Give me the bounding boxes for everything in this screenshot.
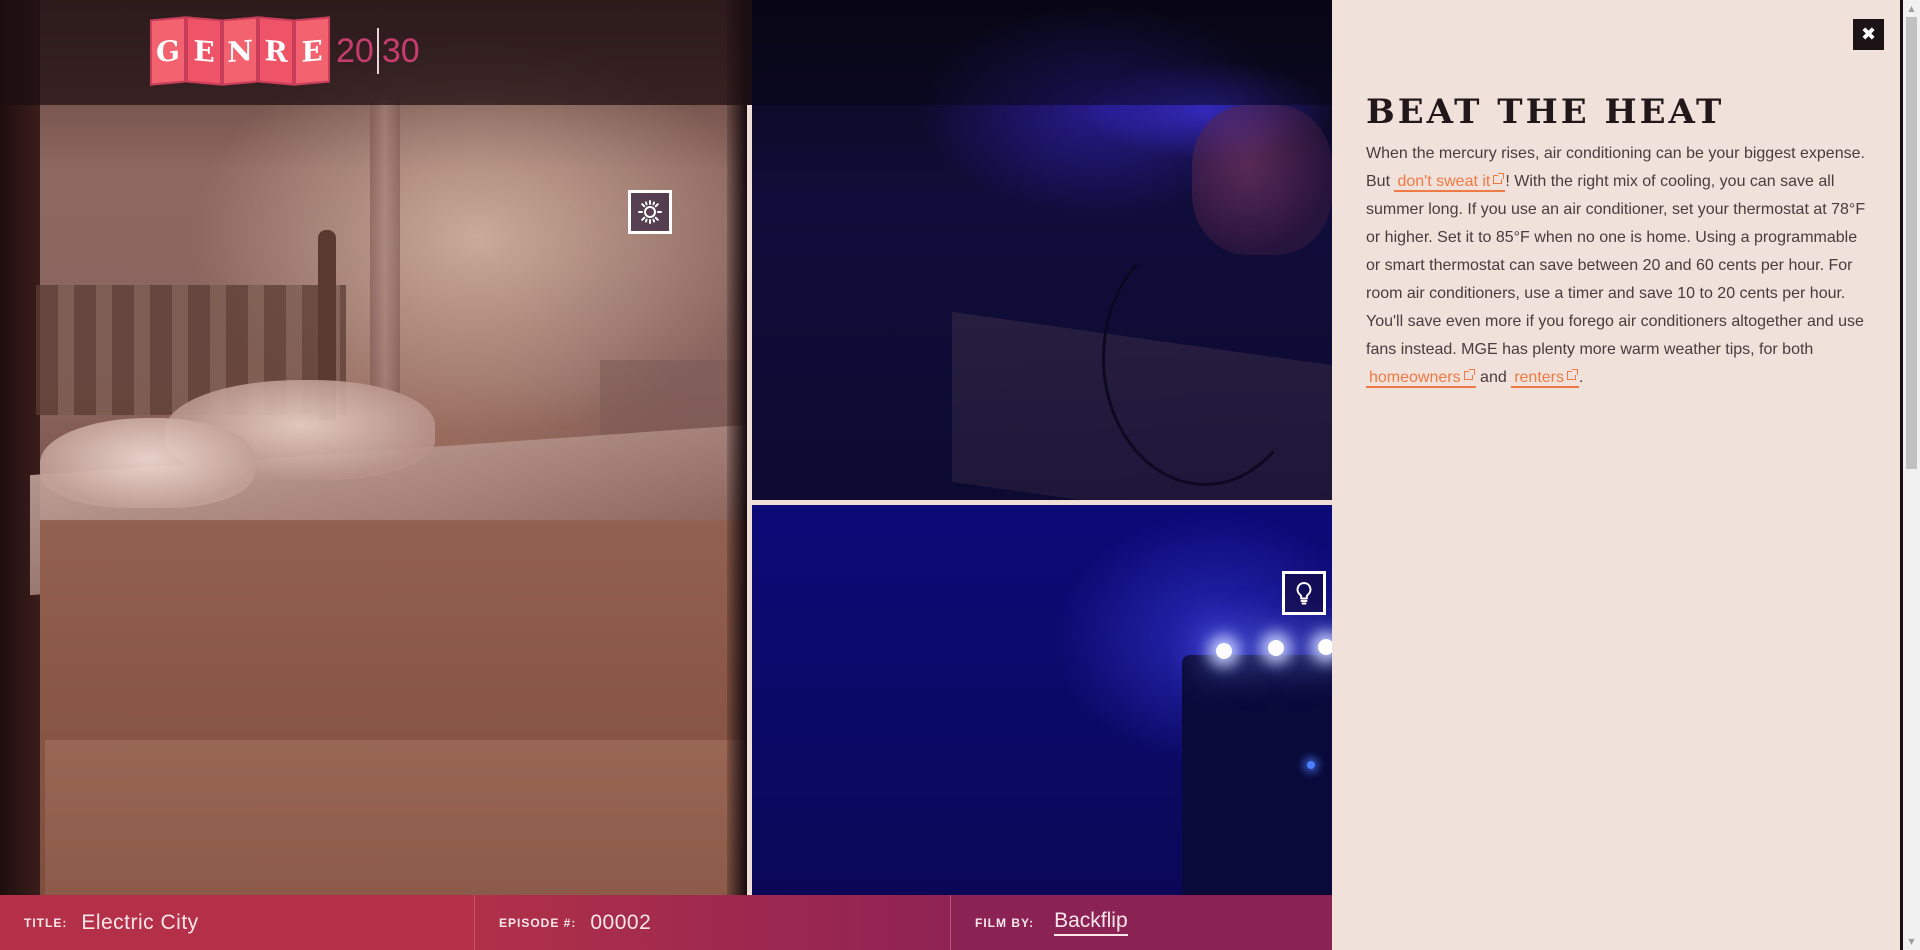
logo-year-left: 20 (336, 31, 374, 70)
lightbulb-hotspot-button[interactable] (1282, 571, 1326, 615)
logo-letter: R (258, 16, 294, 86)
panel-divider (747, 105, 752, 950)
link-text: renters (1514, 369, 1564, 386)
title-label: TITLE: (24, 915, 68, 930)
episode-info-bar: TITLE: Electric City EPISODE #: 00002 FI… (0, 895, 1332, 950)
episode-value: 00002 (590, 910, 652, 934)
bedroom-scene-image (0, 0, 747, 950)
info-heading: BEAT THE HEAT (1366, 92, 1725, 132)
logo-letter: N (222, 16, 258, 86)
light-bulb-glow (1268, 640, 1284, 656)
logo-letter: E (294, 16, 330, 86)
panel-edge-shadow (727, 0, 747, 950)
film-by-section: FILM BY: Backflip (951, 895, 1332, 950)
scroll-down-arrow-icon[interactable]: ▼ (1903, 933, 1920, 950)
window-light (370, 100, 400, 430)
logo-year-divider (376, 28, 379, 74)
panel-divider (752, 500, 1332, 505)
pillow (40, 418, 255, 508)
body-text-segment: . (1579, 369, 1584, 386)
sun-icon (638, 200, 662, 224)
header-bar-overlay (752, 0, 1332, 105)
external-link-icon (1567, 369, 1578, 380)
homeowners-link[interactable]: homeowners (1366, 369, 1476, 388)
light-bulb-glow (1216, 643, 1232, 659)
title-section: TITLE: Electric City (0, 895, 475, 950)
lightbulb-icon (1296, 582, 1312, 605)
logo-year-right: 30 (381, 31, 420, 70)
film-by-label: FILM BY: (975, 915, 1035, 930)
sun-hotspot-button[interactable] (628, 190, 672, 234)
light-bulb-glow (1318, 639, 1332, 655)
string-lights-image (752, 505, 1332, 950)
title-value: Electric City (81, 910, 199, 934)
logo-year: 20 30 (336, 28, 420, 74)
episode-section: EPISODE #: 00002 (475, 895, 951, 950)
info-body-text: When the mercury rises, air conditioning… (1366, 140, 1871, 392)
external-link-icon (1493, 173, 1505, 184)
body-text-segment: and (1475, 369, 1512, 386)
indicator-light (1307, 761, 1315, 769)
body-text-segment: ! With the right mix of cooling, you can… (1366, 173, 1866, 358)
link-text: don't sweat it (1397, 173, 1491, 190)
external-link-icon (1463, 369, 1475, 380)
filmmaker-link[interactable]: Backflip (1054, 909, 1128, 936)
logo-letter: E (186, 16, 222, 86)
scroll-up-arrow-icon[interactable]: ▲ (1903, 0, 1920, 17)
renters-link[interactable]: renters (1511, 369, 1579, 388)
close-button[interactable]: ✖ (1853, 19, 1884, 50)
genre-2030-logo[interactable]: G E N R E 20 30 (150, 16, 420, 86)
cable (1102, 230, 1308, 486)
link-text: homeowners (1369, 369, 1461, 386)
scrollbar-thumb[interactable] (1906, 17, 1917, 469)
episode-label: EPISODE #: (499, 915, 577, 930)
dont-sweat-it-link[interactable]: don't sweat it (1394, 173, 1506, 192)
logo-wordmark: G E N R E (150, 16, 330, 86)
logo-letter: G (150, 16, 186, 86)
